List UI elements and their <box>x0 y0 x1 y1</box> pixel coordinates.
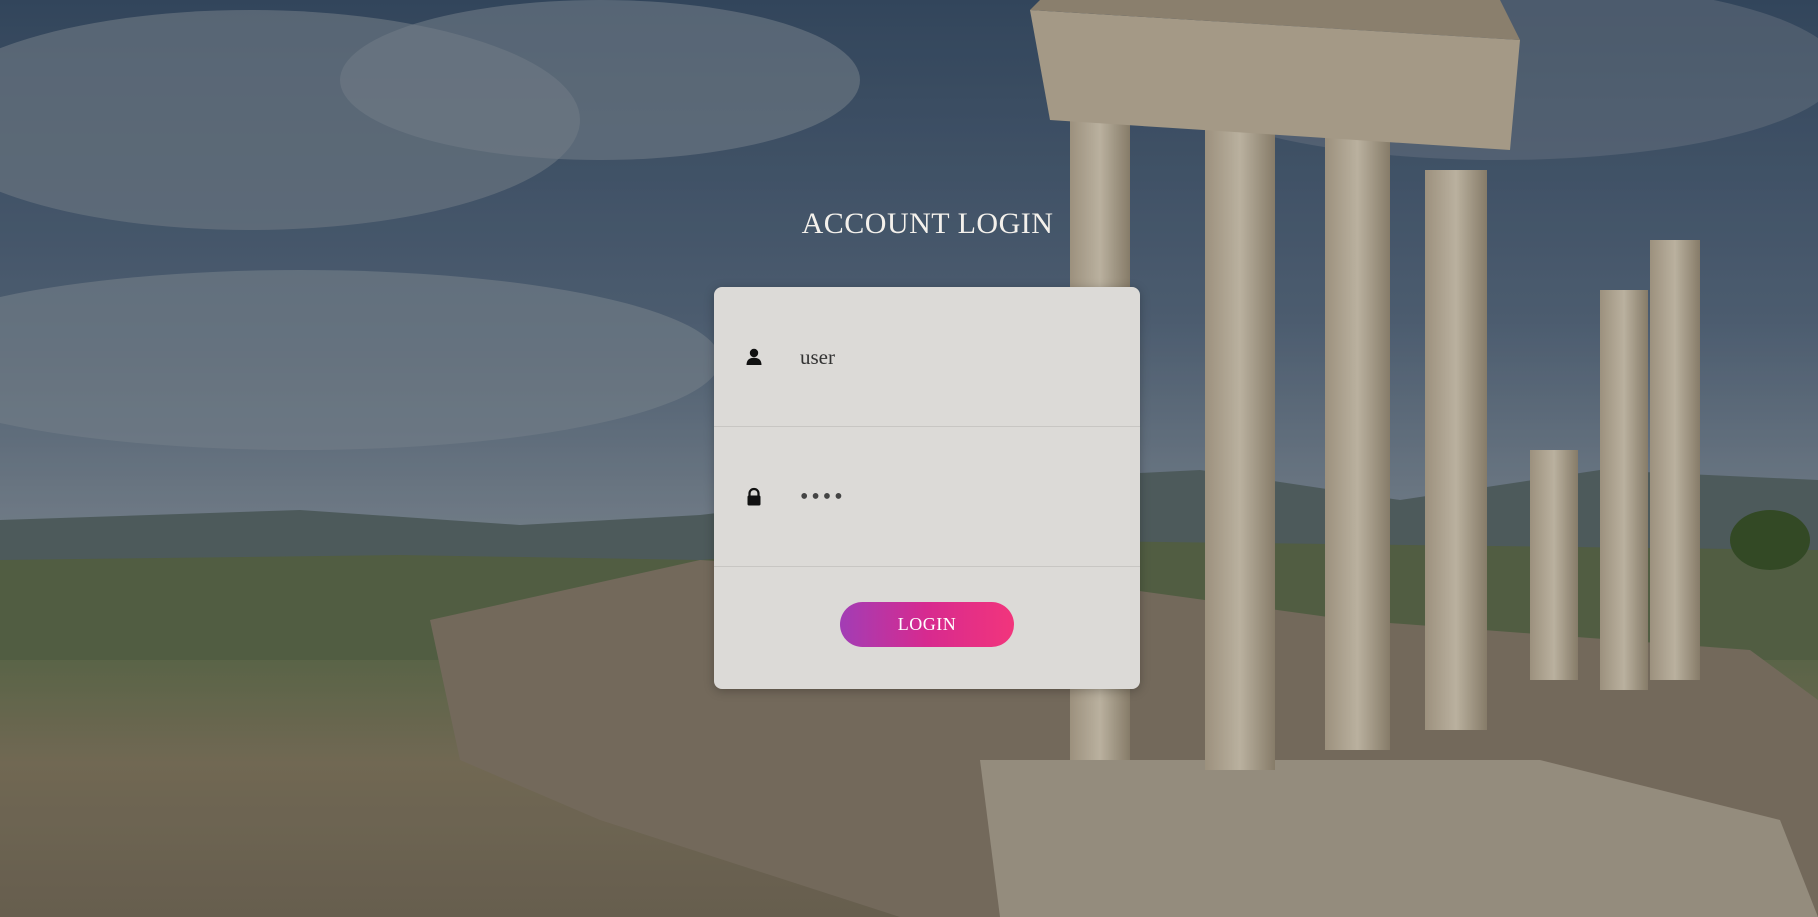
password-input[interactable] <box>800 477 1110 517</box>
login-button[interactable]: LOGIN <box>840 602 1014 647</box>
login-button-row: LOGIN <box>714 567 1140 687</box>
username-input[interactable] <box>800 337 1110 377</box>
login-form: LOGIN <box>714 287 1140 689</box>
lock-icon <box>744 487 764 507</box>
login-page: ACCOUNT LOGIN LOGIN <box>0 0 1818 917</box>
user-icon <box>744 347 764 367</box>
username-field <box>714 287 1140 427</box>
password-field <box>714 427 1140 567</box>
page-title: ACCOUNT LOGIN <box>801 207 1054 240</box>
